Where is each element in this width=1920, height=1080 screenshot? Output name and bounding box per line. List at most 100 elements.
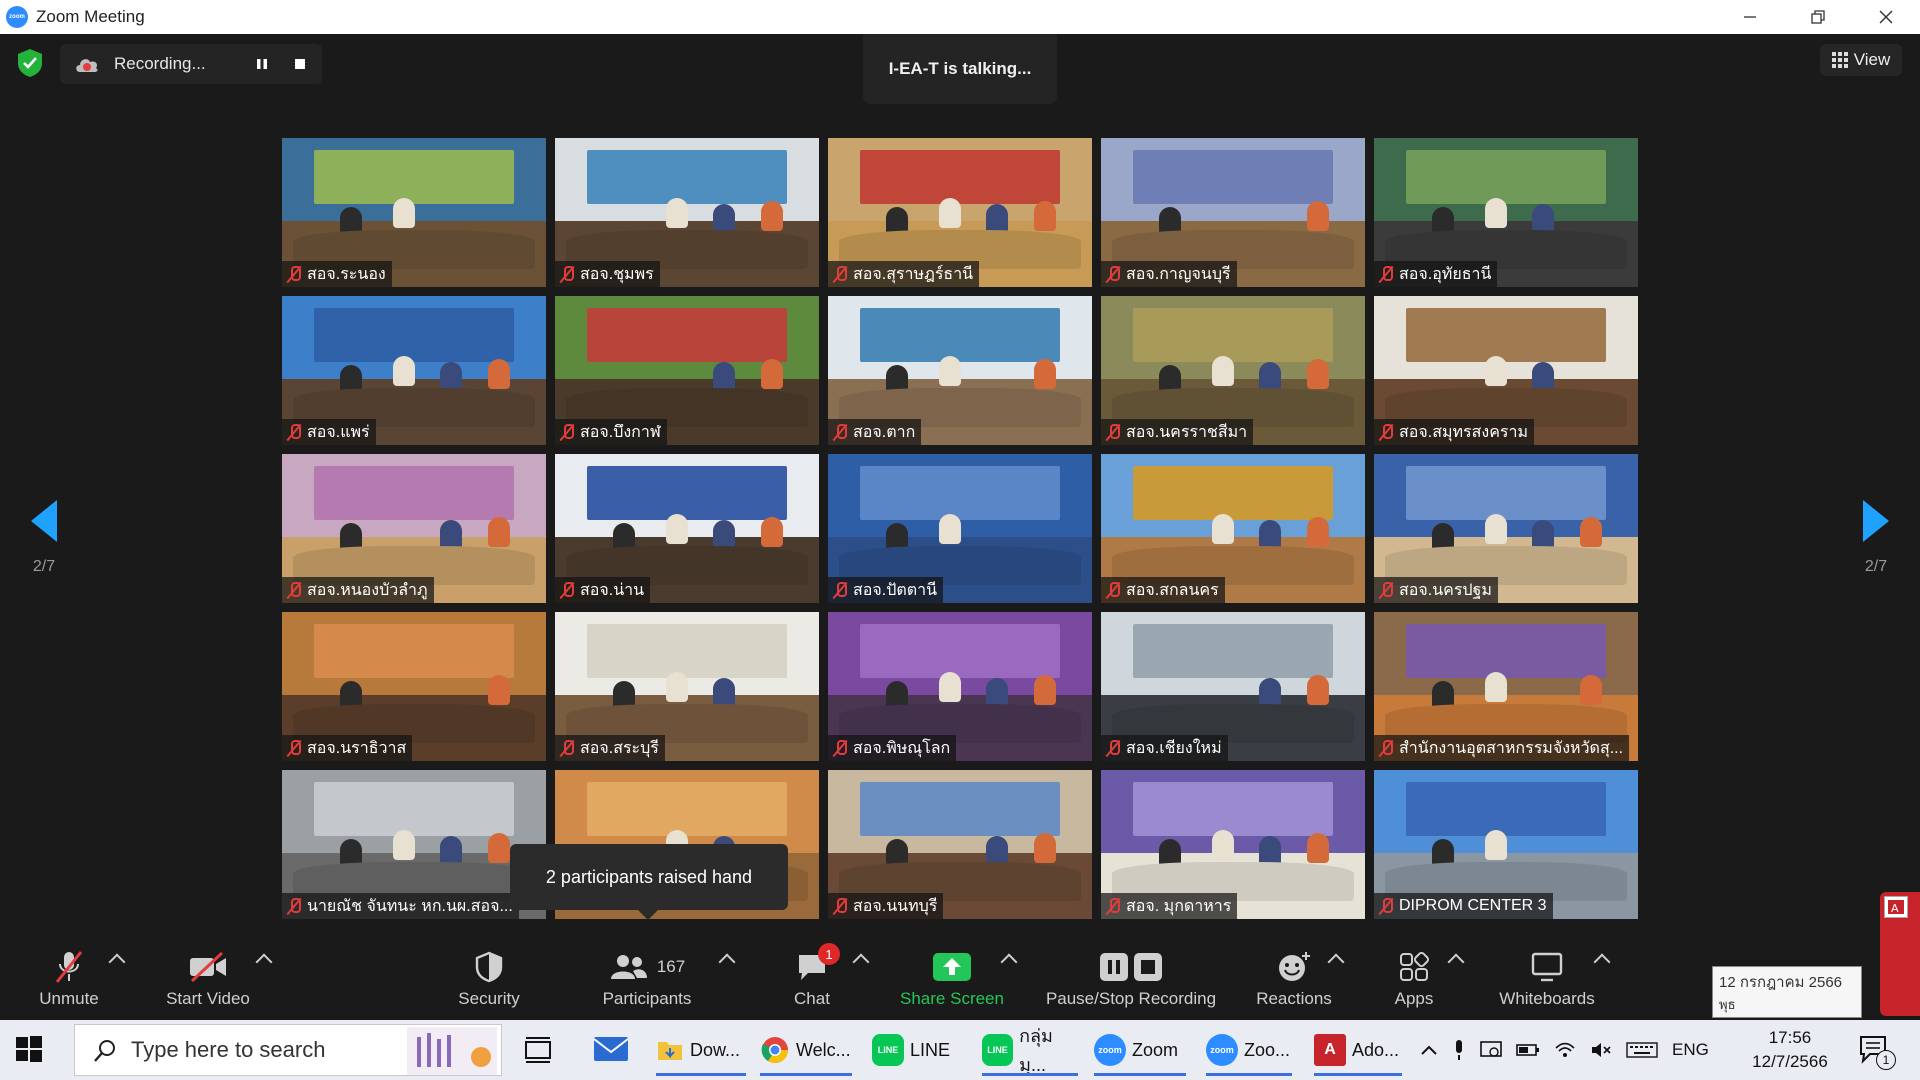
participant-name-tag: นายณัช จันทนะ หก.นผ.สอจ... xyxy=(282,893,519,919)
participant-video-tile[interactable]: สอจ.น่าน xyxy=(555,454,819,603)
participant-video-tile[interactable]: สอจ.กาญจนบุรี xyxy=(1101,138,1365,287)
whiteboards-button[interactable]: Whiteboards xyxy=(1488,938,1606,1020)
battery-icon[interactable] xyxy=(1516,1043,1540,1057)
recording-indicator: Recording... xyxy=(60,44,322,84)
participant-video-tile[interactable]: สอจ.เชียงใหม่ xyxy=(1101,612,1365,761)
whiteboard-icon xyxy=(1531,949,1563,985)
office-banner xyxy=(1405,465,1607,520)
previous-page-nav[interactable]: 2/7 xyxy=(14,500,74,576)
input-language[interactable]: ENG xyxy=(1672,1040,1709,1060)
search-icon xyxy=(94,1040,115,1062)
muted-mic-icon xyxy=(1105,423,1121,441)
task-view-icon[interactable] xyxy=(524,1036,552,1064)
participant-figure xyxy=(986,835,1009,866)
participant-figure xyxy=(1033,200,1056,231)
wifi-icon[interactable] xyxy=(1554,1041,1576,1059)
view-button[interactable]: View xyxy=(1820,44,1902,76)
muted-mic-icon xyxy=(832,897,848,915)
taskbar-app-line[interactable]: LINE LINE xyxy=(872,1024,956,1076)
participant-video-tile[interactable]: DIPROM CENTER 3 xyxy=(1374,770,1638,919)
participant-video-tile[interactable]: สำนักงานอุตสาหกรรมจังหวัดสุ... xyxy=(1374,612,1638,761)
minimize-button[interactable] xyxy=(1716,0,1784,34)
participant-figure xyxy=(1211,829,1234,860)
muted-mic-icon xyxy=(1378,423,1394,441)
participant-video-tile[interactable]: สอจ.แพร่ xyxy=(282,296,546,445)
participant-figure xyxy=(938,355,961,386)
taskbar-app-downloads[interactable]: Dow... xyxy=(656,1024,746,1076)
participant-video-tile[interactable]: สอจ.สระบุรี xyxy=(555,612,819,761)
participant-figure xyxy=(1033,832,1056,863)
participant-name: สอจ.พิษณุโลก xyxy=(853,739,951,757)
participant-video-tile[interactable]: สอจ.ชุมพร xyxy=(555,138,819,287)
participant-video-tile[interactable]: สอจ.อุทัยธานี xyxy=(1374,138,1638,287)
stop-recording-button[interactable] xyxy=(288,52,312,76)
chat-button[interactable]: 1 Chat xyxy=(782,938,842,1020)
muted-mic-icon xyxy=(286,265,302,283)
chevron-up-icon[interactable] xyxy=(1420,1044,1438,1056)
participant-video-tile[interactable]: สอจ. มุกดาหาร xyxy=(1101,770,1365,919)
taskbar-app-chrome[interactable]: Welc... xyxy=(760,1024,852,1076)
unmute-button[interactable]: Unmute xyxy=(28,938,110,1020)
taskbar-app-zoom[interactable]: zoom Zoom xyxy=(1094,1024,1186,1076)
participant-video-tile[interactable]: สอจ.สกลนคร xyxy=(1101,454,1365,603)
arrow-right-icon[interactable] xyxy=(1863,500,1889,542)
action-center-button[interactable]: 1 xyxy=(1858,1034,1898,1070)
taskbar-app-adobe[interactable]: A Ado... xyxy=(1314,1024,1402,1076)
participant-video-tile[interactable]: สอจ.บึงกาฬ xyxy=(555,296,819,445)
chat-options-chevron-icon[interactable] xyxy=(852,953,870,971)
windows-start-icon[interactable] xyxy=(14,1034,44,1064)
audio-options-chevron-icon[interactable] xyxy=(108,953,126,971)
keyboard-icon[interactable] xyxy=(1626,1041,1658,1059)
microphone-icon[interactable] xyxy=(1452,1039,1466,1061)
muted-mic-icon xyxy=(286,581,302,599)
participant-figure xyxy=(1579,674,1602,705)
participant-name-tag: สอจ.ปัตตานี xyxy=(828,577,944,603)
taskbar-app-line-group[interactable]: LINE กลุ่มมุ... xyxy=(982,1024,1078,1076)
taskbar-search-box[interactable]: Type here to search xyxy=(74,1024,502,1076)
restore-button[interactable] xyxy=(1784,0,1852,34)
adobe-icon: A xyxy=(1314,1034,1346,1066)
next-page-nav[interactable]: 2/7 xyxy=(1846,500,1906,576)
encryption-shield-icon[interactable] xyxy=(16,48,44,78)
participant-video-tile[interactable]: สอจ.ตาก xyxy=(828,296,1092,445)
apps-options-chevron-icon[interactable] xyxy=(1447,953,1465,971)
share-screen-button[interactable]: Share Screen xyxy=(896,938,1008,1020)
pause-recording-button[interactable] xyxy=(250,52,274,76)
participant-video-tile[interactable]: สอจ.นราธิวาส xyxy=(282,612,546,761)
participant-video-tile[interactable]: สอจ.หนองบัวลำภู xyxy=(282,454,546,603)
participant-figure xyxy=(487,832,510,863)
pause-stop-recording-button[interactable]: Pause/Stop Recording xyxy=(1038,938,1224,1020)
participant-figure xyxy=(1211,513,1234,544)
participant-video-tile[interactable]: สอจ.สมุทรสงคราม xyxy=(1374,296,1638,445)
participant-video-tile[interactable]: สอจ.ปัตตานี xyxy=(828,454,1092,603)
participant-figure xyxy=(938,513,961,544)
reactions-button[interactable]: Reactions xyxy=(1252,938,1336,1020)
participant-video-tile[interactable]: สอจ.สุราษฎร์ธานี xyxy=(828,138,1092,287)
participant-video-tile[interactable]: สอจ.นนทบุรี xyxy=(828,770,1092,919)
muted-mic-icon xyxy=(286,897,302,915)
participant-video-tile[interactable]: สอจ.นครราชสีมา xyxy=(1101,296,1365,445)
participant-video-tile[interactable]: นายณัช จันทนะ หก.นผ.สอจ... xyxy=(282,770,546,919)
participant-figure xyxy=(1033,674,1056,705)
participants-options-chevron-icon[interactable] xyxy=(718,953,736,971)
start-video-button[interactable]: Start Video xyxy=(156,938,260,1020)
participant-video-tile[interactable]: สอจ.นครปฐม xyxy=(1374,454,1638,603)
office-banner xyxy=(1132,149,1334,204)
participant-video-tile[interactable]: สอจ.ระนอง xyxy=(282,138,546,287)
raised-hand-notification[interactable]: 2 participants raised hand xyxy=(510,844,788,920)
close-button[interactable] xyxy=(1852,0,1920,34)
taskbar-clock[interactable]: 17:56 12/7/2566 xyxy=(1740,1026,1840,1074)
taskbar-app-zoom-meeting[interactable]: zoom Zoo... xyxy=(1206,1024,1292,1076)
apps-button[interactable]: Apps xyxy=(1378,938,1450,1020)
participant-name: สอจ.กาญจนบุรี xyxy=(1126,265,1231,283)
security-button[interactable]: Security xyxy=(446,938,532,1020)
participant-name-tag: สอจ.สุราษฎร์ธานี xyxy=(828,261,980,287)
display-icon[interactable] xyxy=(1480,1040,1502,1060)
participants-button[interactable]: 167 Participants xyxy=(594,938,700,1020)
arrow-left-icon[interactable] xyxy=(31,500,57,542)
mail-icon[interactable] xyxy=(592,1034,630,1064)
participant-video-tile[interactable]: สอจ.พิษณุโลก xyxy=(828,612,1092,761)
muted-mic-icon xyxy=(1105,897,1121,915)
speaker-muted-icon[interactable] xyxy=(1590,1041,1612,1059)
title-bar: zoom Zoom Meeting xyxy=(0,0,1920,34)
